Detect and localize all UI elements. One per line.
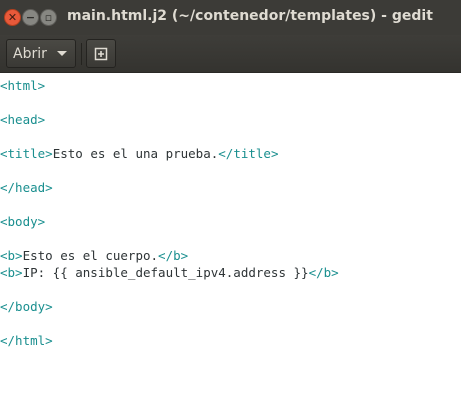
code-line: </html> xyxy=(0,332,339,349)
code-line: <title>Esto es el una prueba.</title> xyxy=(0,145,339,162)
maximize-window-button[interactable]: ▫ xyxy=(40,9,57,26)
code-open-tag: <b> xyxy=(0,265,23,280)
code-open-tag: </head> xyxy=(0,180,53,195)
code-line: <b>IP: {{ ansible_default_ipv4.address }… xyxy=(0,264,339,281)
code-text: IP: {{ ansible_default_ipv4.address }} xyxy=(22,265,309,280)
code-content: <html> <head> <title>Esto es el una prueba… xyxy=(0,77,339,349)
code-open-tag: <title> xyxy=(0,146,53,161)
header-toolbar: Abrir xyxy=(0,35,461,73)
code-open-tag: </body> xyxy=(0,299,53,314)
window-title: main.html.j2 (~/contenedor/templates) - … xyxy=(67,8,433,24)
close-icon: ✕ xyxy=(7,11,18,24)
code-line: <html> xyxy=(0,77,339,94)
code-line: <b>Esto es el cuerpo.</b> xyxy=(0,247,339,264)
code-open-tag: </html> xyxy=(0,333,53,348)
code-text: Esto es el una prueba. xyxy=(52,146,219,161)
code-open-tag: <html> xyxy=(0,78,46,93)
minimize-window-button[interactable]: − xyxy=(22,9,39,26)
code-close-tag: </b> xyxy=(158,248,189,263)
code-line: </head> xyxy=(0,179,339,196)
toolbar-separator xyxy=(81,43,82,65)
text-editor-area[interactable]: <html> <head> <title>Esto es el una prueba… xyxy=(0,74,461,408)
code-text: Esto es el cuerpo. xyxy=(22,248,159,263)
new-tab-button[interactable] xyxy=(86,39,116,68)
window-titlebar: ✕ − ▫ main.html.j2 (~/contenedor/templat… xyxy=(0,0,461,35)
code-line: <body> xyxy=(0,213,339,230)
open-file-button[interactable]: Abrir xyxy=(6,39,76,68)
minimize-icon: − xyxy=(25,11,36,24)
new-tab-plus-icon xyxy=(94,47,108,60)
open-button-label: Abrir xyxy=(13,45,47,62)
code-line: </body> xyxy=(0,298,339,315)
code-line: <head> xyxy=(0,111,339,128)
code-open-tag: <b> xyxy=(0,248,23,263)
code-open-tag: <body> xyxy=(0,214,46,229)
maximize-icon: ▫ xyxy=(44,11,53,24)
code-close-tag: </b> xyxy=(308,265,339,280)
code-open-tag: <head> xyxy=(0,112,46,127)
code-close-tag: </title> xyxy=(218,146,279,161)
close-window-button[interactable]: ✕ xyxy=(4,9,21,26)
chevron-down-icon xyxy=(57,51,67,56)
